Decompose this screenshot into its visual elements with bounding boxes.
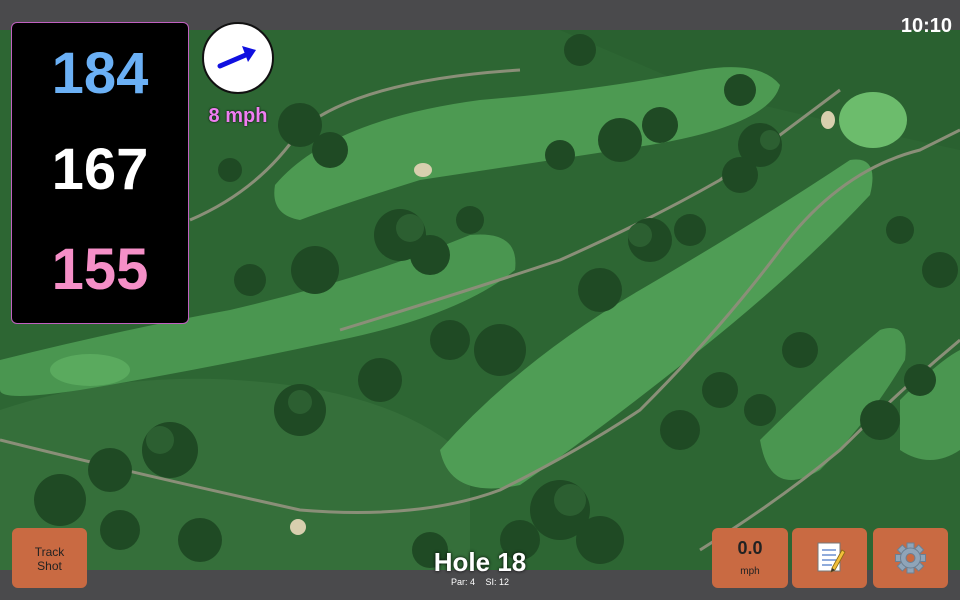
distance-panel: 184 167 155: [11, 22, 189, 324]
speed-button[interactable]: 0.0 mph: [712, 528, 788, 588]
notes-button[interactable]: [792, 528, 867, 588]
track-shot-label-line2: Shot: [37, 559, 62, 573]
wind-arrow-icon: [217, 46, 256, 69]
settings-button[interactable]: [873, 528, 948, 588]
gear-icon: [895, 542, 926, 574]
hole-par: Par: 4: [450, 577, 475, 587]
wind-indicator: [202, 22, 274, 94]
front-distance: 155: [51, 237, 149, 302]
track-shot-label-line1: Track: [34, 545, 65, 559]
middle-distance: 167: [51, 137, 149, 202]
back-distance: 184: [51, 41, 149, 106]
notepad-icon: [817, 542, 846, 573]
hole-info: Par: 4 SI: 12: [380, 577, 580, 587]
track-shot-button[interactable]: Track Shot: [12, 528, 87, 588]
speed-value: 0.0: [737, 538, 763, 558]
clock: 10:10: [900, 15, 952, 37]
speed-unit: mph: [740, 566, 760, 577]
wind-speed: 8 mph: [208, 105, 268, 127]
hole-title: Hole 18: [433, 547, 527, 577]
hole-stroke-index: SI: 12: [485, 577, 510, 587]
